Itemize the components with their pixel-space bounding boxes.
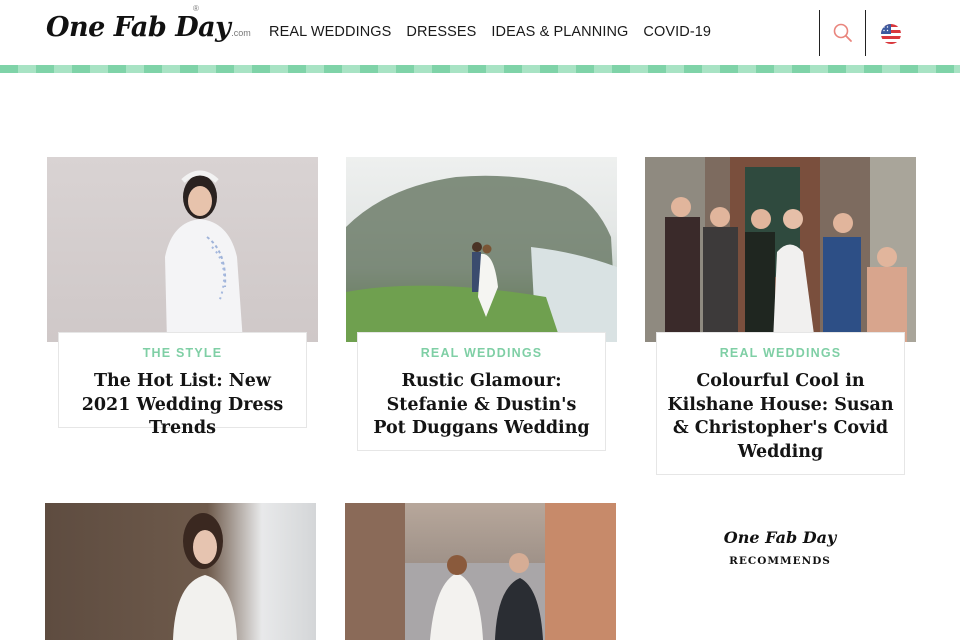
search-button[interactable]: [832, 22, 854, 44]
site-header: One Fab Day .com ® REAL WEDDINGS DRESSES…: [0, 0, 960, 65]
cliff-couple-photo: [346, 175, 617, 342]
recommends-logo[interactable]: One Fab Day: [700, 528, 860, 547]
article-category[interactable]: REAL WEDDINGS: [368, 346, 595, 360]
article-title[interactable]: Rustic Glamour: Stefanie & Dustin's Pot …: [368, 370, 595, 441]
article-title[interactable]: The Hot List: New 2021 Wedding Dress Tre…: [69, 370, 296, 441]
nav-dresses[interactable]: DRESSES: [406, 24, 476, 40]
bride-portrait-photo: [173, 513, 237, 640]
nav-covid-19[interactable]: COVID-19: [643, 24, 711, 40]
article-image[interactable]: [47, 157, 318, 342]
site-logo[interactable]: One Fab Day .com: [46, 12, 251, 52]
recommends-label: RECOMMENDS: [729, 555, 831, 567]
bride-photo: [165, 170, 243, 342]
main-nav: REAL WEDDINGS DRESSES IDEAS & PLANNING C…: [269, 24, 711, 40]
header-accent-stripe: [0, 65, 960, 73]
nav-ideas-planning[interactable]: IDEAS & PLANNING: [491, 24, 628, 40]
article-category[interactable]: REAL WEDDINGS: [667, 346, 894, 360]
article-card-body: REAL WEDDINGS Rustic Glamour: Stefanie &…: [357, 332, 606, 451]
us-flag-icon: [881, 24, 901, 44]
article-image[interactable]: [346, 157, 617, 342]
recommends-block: One Fab Day RECOMMENDS: [700, 528, 860, 567]
article-category[interactable]: THE STYLE: [69, 346, 296, 360]
article-title[interactable]: Colourful Cool in Kilshane House: Susan …: [667, 370, 894, 464]
article-card-body: THE STYLE The Hot List: New 2021 Wedding…: [58, 332, 307, 438]
region-selector[interactable]: [881, 24, 901, 44]
logo-suffix: .com: [231, 28, 251, 38]
street-couple-photo: [345, 503, 616, 640]
article-image[interactable]: [45, 503, 316, 640]
header-divider: [865, 10, 866, 56]
article-image[interactable]: [645, 157, 916, 342]
article-card-body: REAL WEDDINGS Colourful Cool in Kilshane…: [656, 332, 905, 475]
search-icon: [833, 23, 852, 42]
registered-mark: ®: [193, 4, 199, 13]
nav-real-weddings[interactable]: REAL WEDDINGS: [269, 24, 391, 40]
wedding-party-photo: [645, 157, 916, 342]
article-image[interactable]: [345, 503, 616, 640]
logo-text: One Fab Day: [46, 12, 231, 43]
header-divider: [819, 10, 820, 56]
